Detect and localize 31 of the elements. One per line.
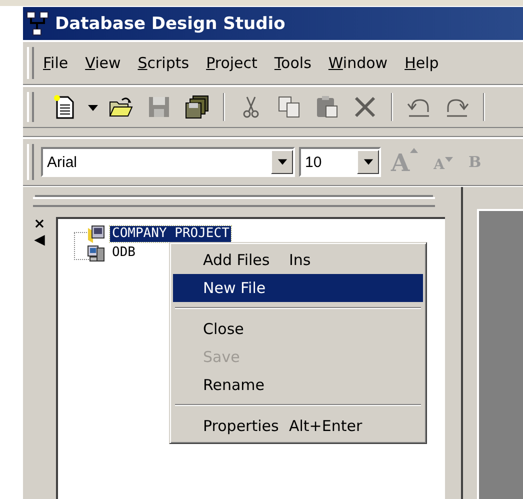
menu-item[interactable]: Tools xyxy=(274,54,312,72)
menu-item[interactable]: Scripts xyxy=(138,54,190,72)
caret-icon xyxy=(362,158,374,166)
up-arrow-icon xyxy=(410,148,418,152)
close-button[interactable]: × xyxy=(34,217,46,231)
toolbar-grip[interactable] xyxy=(27,47,34,79)
menu-item[interactable]: Help xyxy=(404,54,439,72)
menu-item[interactable]: Rename xyxy=(173,371,423,399)
menu-item[interactable]: View xyxy=(85,54,121,72)
menu-item[interactable]: Window xyxy=(328,54,388,72)
tree-item[interactable]: COMPANY PROJECT xyxy=(110,226,232,242)
window-title: Database Design Studio xyxy=(55,14,286,34)
font-dropdown[interactable]: Arial xyxy=(41,147,295,177)
caret-icon xyxy=(276,158,288,166)
menu-item[interactable]: Properties Alt+Enter xyxy=(173,412,423,440)
tree-item[interactable]: ODB xyxy=(110,244,138,260)
collapse-button[interactable]: ◀ xyxy=(34,233,45,247)
computer-icon xyxy=(86,242,106,262)
network-icon xyxy=(26,10,50,36)
floppy-disks-icon[interactable] xyxy=(184,94,210,120)
menu-item[interactable]: New File xyxy=(173,274,423,302)
down-arrow-icon xyxy=(444,157,452,162)
toolbar-grip[interactable] xyxy=(27,92,34,122)
menu-item[interactable]: File xyxy=(43,54,68,72)
monitor-icon xyxy=(86,224,106,244)
menu-item[interactable]: Project xyxy=(206,54,258,72)
menu-item[interactable]: Add Files Ins xyxy=(173,246,423,274)
toolbar-grip[interactable] xyxy=(27,144,34,180)
menu-item[interactable]: Close xyxy=(173,315,423,343)
panel-grip[interactable] xyxy=(33,197,435,207)
font-size-dropdown[interactable]: 10 xyxy=(299,147,381,177)
